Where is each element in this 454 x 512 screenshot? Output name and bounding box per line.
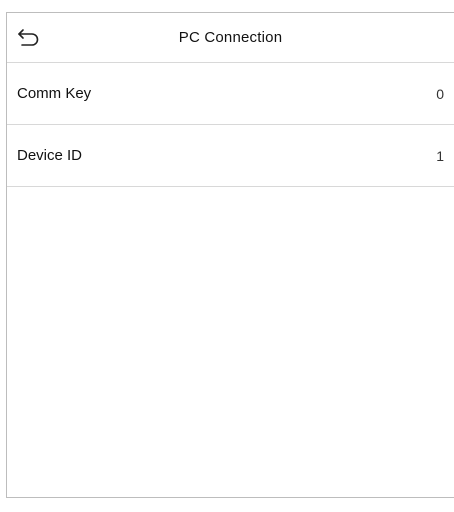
pc-connection-screen: PC Connection Comm Key 0 Device ID 1 [6,12,454,498]
settings-row-comm-key[interactable]: Comm Key 0 [7,63,454,125]
page-title: PC Connection [178,29,283,46]
undo-arrow-icon [18,29,39,46]
back-button[interactable] [17,26,43,48]
device-id-value: 1 [436,147,444,164]
comm-key-label: Comm Key [17,85,92,102]
comm-key-value: 0 [436,85,444,102]
settings-row-device-id[interactable]: Device ID 1 [7,125,454,187]
header-bar: PC Connection [7,13,454,63]
device-id-label: Device ID [17,147,83,164]
